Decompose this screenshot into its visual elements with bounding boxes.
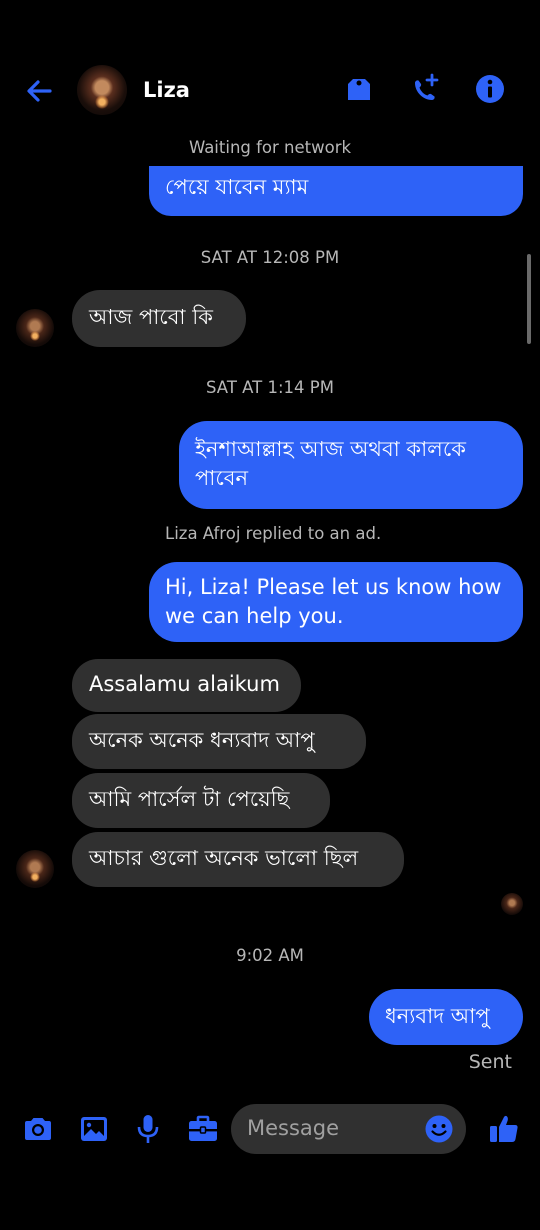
message-field[interactable] — [231, 1104, 466, 1154]
briefcase-icon — [189, 1115, 217, 1141]
message-text: আজ পাবো কি — [89, 305, 213, 329]
add-call-button[interactable] — [408, 72, 442, 106]
info-icon — [476, 75, 504, 103]
ad-reply-note: Liza Afroj replied to an ad. — [165, 524, 382, 543]
emoji-button[interactable] — [424, 1114, 454, 1144]
message-text-line: Hi, Liza! Please let us know how — [165, 575, 502, 599]
message-text: অনেক অনেক ধন্যবাদ আপু — [89, 728, 315, 752]
back-button[interactable] — [22, 74, 56, 108]
tools-button[interactable] — [186, 1112, 220, 1146]
message-text: আমি পার্সেল টা পেয়েছি — [89, 787, 290, 811]
emoji-icon — [425, 1115, 453, 1143]
message-text: ধন্যবাদ আপু — [385, 1004, 490, 1028]
image-icon — [81, 1117, 107, 1141]
message-text: পেয়ে যাবেন ম্যাম — [165, 175, 309, 199]
scrollbar[interactable] — [527, 254, 531, 344]
composer-bar — [0, 1098, 540, 1162]
thumbs-up-icon — [490, 1115, 518, 1142]
timestamp: SAT AT 12:08 PM — [200, 248, 340, 267]
back-arrow-icon — [27, 80, 52, 102]
call-add-icon — [415, 73, 439, 100]
camera-button[interactable] — [21, 1112, 55, 1146]
timestamp: SAT AT 1:14 PM — [206, 378, 334, 397]
message-incoming[interactable]: আজ পাবো কি — [72, 290, 246, 347]
message-text-line: ইনশাআল্লাহ আজ অথবা কালকে — [195, 437, 466, 461]
info-button[interactable] — [473, 72, 507, 106]
seen-avatar — [501, 893, 523, 915]
message-incoming[interactable]: আমি পার্সেল টা পেয়েছি — [72, 773, 330, 828]
contact-avatar[interactable] — [77, 65, 127, 115]
gallery-button[interactable] — [77, 1112, 111, 1146]
contact-name[interactable]: Liza — [143, 78, 190, 102]
message-text-line: we can help you. — [165, 604, 344, 628]
message-text: Assalamu alaikum — [89, 672, 280, 696]
microphone-icon — [137, 1115, 159, 1143]
tag-icon — [348, 79, 370, 100]
message-outgoing[interactable]: ধন্যবাদ আপু — [369, 989, 523, 1045]
like-button[interactable] — [487, 1112, 521, 1146]
timestamp: 9:02 AM — [236, 946, 304, 965]
message-outgoing[interactable]: Hi, Liza! Please let us know how we can … — [149, 562, 523, 642]
camera-icon — [25, 1118, 51, 1140]
message-incoming[interactable]: Assalamu alaikum — [72, 659, 301, 712]
message-text-line: পাবেন — [195, 466, 249, 490]
message-input[interactable] — [247, 1116, 412, 1140]
network-status: Waiting for network — [188, 138, 352, 157]
sender-avatar[interactable] — [16, 850, 54, 888]
chat-header: Liza — [0, 56, 540, 128]
delivery-status: Sent — [468, 1051, 512, 1073]
voice-button[interactable] — [131, 1112, 165, 1146]
message-incoming[interactable]: আচার গুলো অনেক ভালো ছিল — [72, 832, 404, 887]
message-text: আচার গুলো অনেক ভালো ছিল — [89, 846, 359, 870]
message-outgoing[interactable]: ইনশাআল্লাহ আজ অথবা কালকে পাবেন — [179, 421, 523, 509]
tag-button[interactable] — [342, 72, 376, 106]
message-outgoing[interactable]: পেয়ে যাবেন ম্যাম — [149, 166, 523, 216]
message-incoming[interactable]: অনেক অনেক ধন্যবাদ আপু — [72, 714, 366, 769]
sender-avatar[interactable] — [16, 309, 54, 347]
